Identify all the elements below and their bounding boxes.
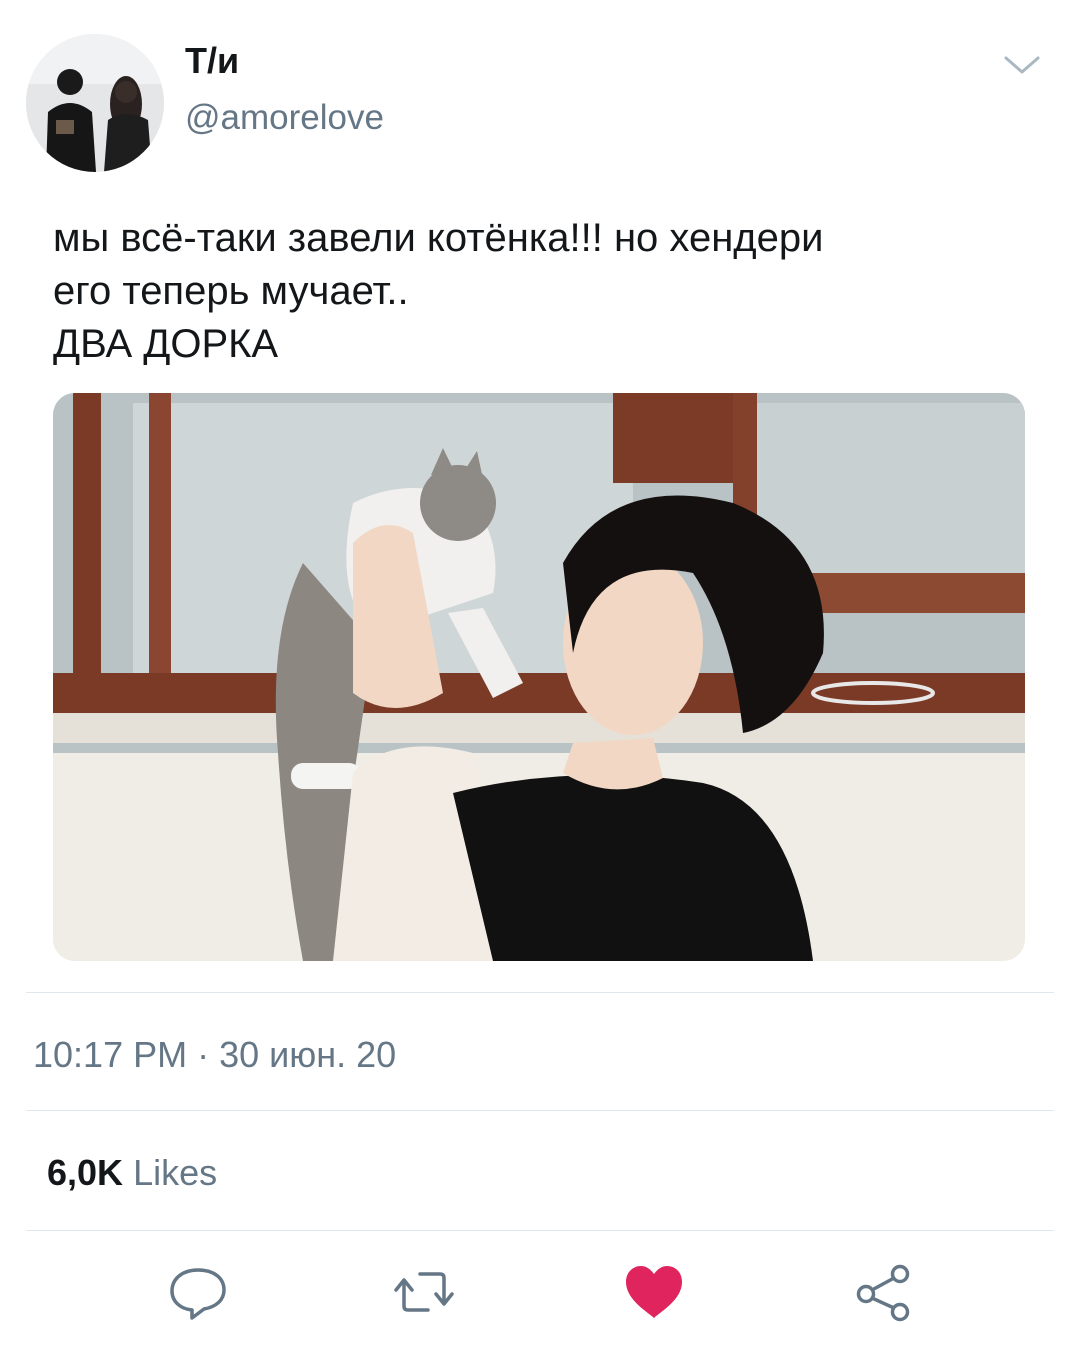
reply-icon[interactable]	[166, 1262, 230, 1322]
likes-count: 6,0K	[47, 1152, 124, 1193]
divider	[26, 1110, 1054, 1111]
tweet-text: мы всё-таки завели котёнка!!! но хендери…	[53, 212, 1043, 371]
user-handle[interactable]: @amorelove	[185, 98, 384, 138]
avatar[interactable]	[26, 34, 164, 172]
tweet-timestamp[interactable]: 10:17 PM · 30 июн. 20	[33, 1034, 396, 1076]
retweet-icon[interactable]	[392, 1262, 456, 1322]
display-name[interactable]: Т/и	[185, 40, 239, 82]
divider	[26, 992, 1054, 993]
photo-illustration	[53, 393, 1025, 961]
likes-label: Likes	[133, 1152, 218, 1193]
chevron-down-icon[interactable]	[1000, 50, 1044, 80]
tweet-line: ДВА ДОРКА	[53, 322, 279, 366]
heart-icon[interactable]	[622, 1262, 686, 1322]
avatar-image	[26, 34, 164, 172]
tweet-line: его теперь мучает..	[53, 269, 409, 313]
divider	[26, 1230, 1054, 1231]
tweet-photo[interactable]	[53, 393, 1025, 961]
tweet-line: мы всё-таки завели котёнка!!! но хендери	[53, 216, 824, 260]
share-icon[interactable]	[852, 1262, 916, 1322]
likes-summary[interactable]: 6,0K Likes	[47, 1152, 217, 1194]
